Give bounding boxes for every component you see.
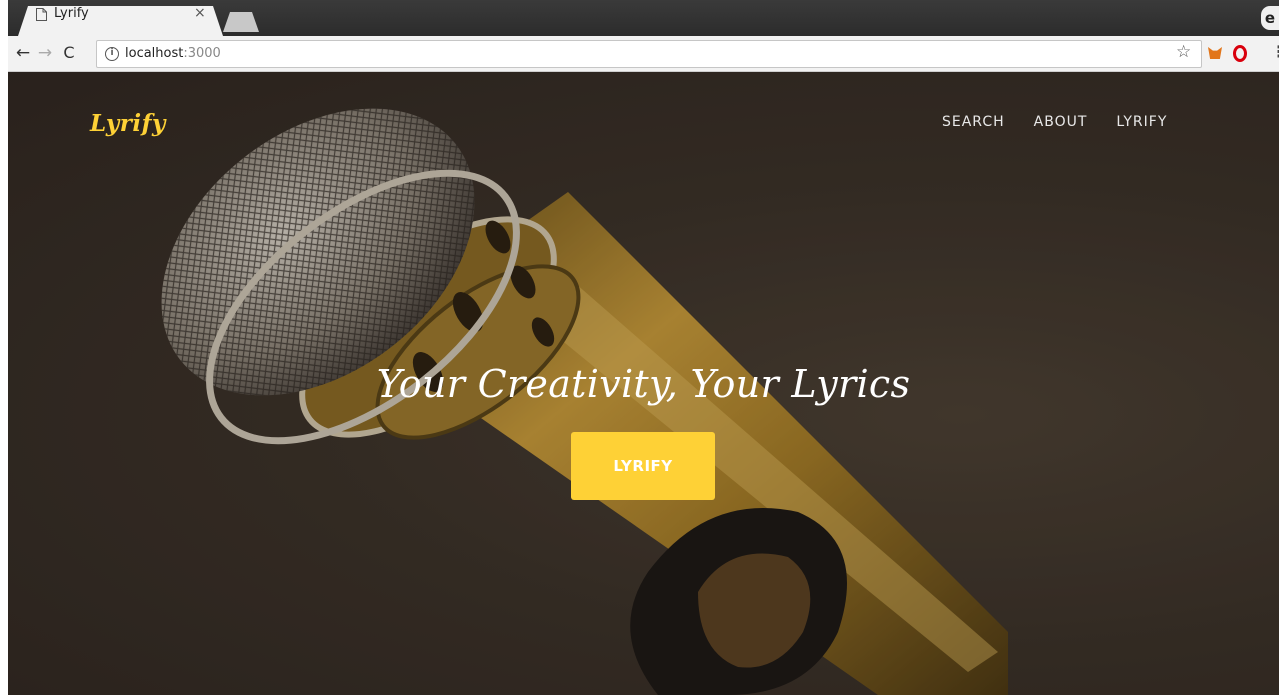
profile-icon[interactable]: e xyxy=(1261,6,1279,30)
back-arrow-icon[interactable]: ← xyxy=(12,43,34,65)
hero-tagline: Your Creativity, Your Lyrics xyxy=(376,362,911,406)
nav-item-lyrify[interactable]: LYRIFY xyxy=(1116,114,1167,130)
site-nav: SEARCH ABOUT LYRIFY xyxy=(942,114,1167,130)
tab-close-icon[interactable]: × xyxy=(194,5,206,21)
url-host: localhost xyxy=(125,46,184,61)
opera-extension-icon[interactable] xyxy=(1233,45,1247,62)
info-icon[interactable]: i xyxy=(105,47,119,61)
window-edge xyxy=(0,0,8,695)
page-viewport: Lyrify SEARCH ABOUT LYRIFY Your Creativi… xyxy=(8,72,1279,695)
url-port: :3000 xyxy=(183,46,221,61)
fox-extension-icon[interactable] xyxy=(1208,47,1222,59)
url-text[interactable]: localhost:3000 xyxy=(125,46,221,61)
browser-tab[interactable] xyxy=(18,6,223,36)
browser-toolbar: ← → C i localhost:3000 ☆ ⋮ xyxy=(8,36,1279,72)
browser-menu-icon[interactable]: ⋮ xyxy=(1271,42,1279,61)
address-bar[interactable]: i localhost:3000 xyxy=(96,40,1202,68)
reload-icon[interactable]: C xyxy=(58,43,80,65)
nav-item-about[interactable]: ABOUT xyxy=(1034,114,1088,130)
tab-strip: Lyrify × e xyxy=(8,0,1279,36)
brand-logo[interactable]: Lyrify xyxy=(90,110,166,137)
new-tab-button[interactable] xyxy=(223,12,259,32)
page-icon xyxy=(36,8,47,21)
bookmark-star-icon[interactable]: ☆ xyxy=(1176,42,1191,62)
forward-arrow-icon[interactable]: → xyxy=(34,43,56,65)
nav-item-search[interactable]: SEARCH xyxy=(942,114,1005,130)
lyrify-button[interactable]: LYRIFY xyxy=(571,432,715,500)
tab-title: Lyrify xyxy=(54,6,89,21)
